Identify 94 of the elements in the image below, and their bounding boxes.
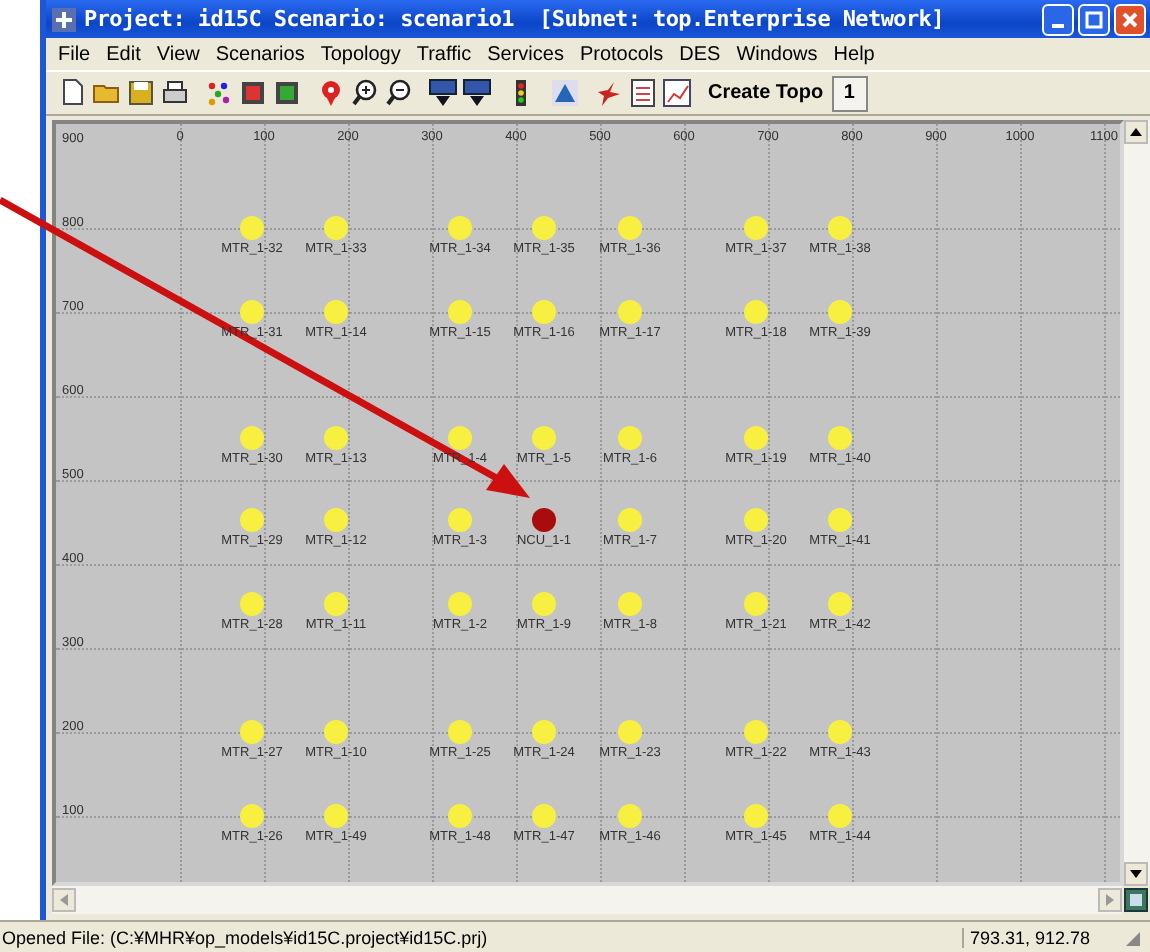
vertical-scrollbar[interactable] [1124,120,1150,886]
node[interactable] [828,426,852,450]
node[interactable] [532,426,556,450]
minimize-button[interactable] [1042,3,1074,35]
node[interactable] [240,426,264,450]
new-document-icon[interactable] [58,78,88,108]
node[interactable] [532,804,556,828]
scroll-left-icon[interactable] [52,888,76,912]
node[interactable] [240,508,264,532]
node[interactable] [324,216,348,240]
node[interactable] [448,804,472,828]
node[interactable] [744,592,768,616]
node[interactable] [448,426,472,450]
star-icon[interactable] [594,78,624,108]
pin-icon[interactable] [316,78,346,108]
monitor-icon[interactable] [428,78,458,108]
maximize-button[interactable] [1078,3,1110,35]
node[interactable] [448,720,472,744]
node[interactable] [618,592,642,616]
zoom-in-icon[interactable] [350,78,380,108]
menu-item[interactable]: File [50,43,99,65]
node[interactable] [744,216,768,240]
node[interactable] [828,720,852,744]
monitor-icon[interactable] [462,78,492,108]
node[interactable] [618,720,642,744]
node[interactable] [618,300,642,324]
node[interactable] [448,508,472,532]
triangle-icon[interactable] [550,78,580,108]
menu-item[interactable]: View [148,43,208,65]
node[interactable] [532,720,556,744]
close-button[interactable] [1114,3,1146,35]
node[interactable] [532,300,556,324]
menu-item[interactable]: DES [671,43,729,65]
node[interactable] [828,508,852,532]
node[interactable] [448,592,472,616]
node[interactable] [324,426,348,450]
menu-item[interactable]: Scenarios [207,43,313,65]
node[interactable] [618,508,642,532]
node[interactable] [744,300,768,324]
printer-icon[interactable] [160,78,190,108]
menu-item[interactable]: Edit [98,43,149,65]
node[interactable] [618,426,642,450]
grid-document-icon[interactable] [628,78,658,108]
close-icon [1120,9,1140,29]
grip-icon [1122,928,1142,948]
scroll-up-icon[interactable] [1124,120,1148,144]
node[interactable] [324,508,348,532]
node[interactable] [744,508,768,532]
node[interactable] [240,592,264,616]
save-icon[interactable] [126,78,156,108]
node[interactable] [240,804,264,828]
menu-item[interactable]: Protocols [571,43,672,65]
minimize-icon [1052,24,1064,28]
node[interactable] [744,426,768,450]
controller-node[interactable] [532,508,556,532]
chip-icon[interactable] [272,78,302,108]
node[interactable] [448,300,472,324]
node[interactable] [744,804,768,828]
menu-item[interactable]: Help [825,43,883,65]
node[interactable] [828,592,852,616]
cursor-coordinates: 793.31, 912.78 [962,928,1114,948]
create-topo-button[interactable]: Create Topo [704,80,828,106]
node[interactable] [828,216,852,240]
horizontal-scrollbar[interactable] [52,886,1122,914]
menu-item[interactable]: Windows [728,43,826,65]
node[interactable] [240,300,264,324]
toolbar-button[interactable]: 1 [831,75,868,111]
node[interactable] [324,804,348,828]
node[interactable] [240,720,264,744]
maximize-icon [1084,9,1104,29]
node[interactable] [324,720,348,744]
node[interactable] [324,592,348,616]
node[interactable] [532,216,556,240]
node[interactable] [744,720,768,744]
node[interactable] [240,216,264,240]
app-icon [52,7,76,31]
node[interactable] [448,216,472,240]
node[interactable] [324,300,348,324]
node[interactable] [828,804,852,828]
navigator-icon[interactable] [1124,888,1148,912]
node[interactable] [532,592,556,616]
chip-icon[interactable] [238,78,268,108]
menu-item[interactable]: Services [479,43,572,65]
dots-icon[interactable] [204,78,234,108]
scroll-down-icon[interactable] [1124,862,1148,886]
menu-item[interactable]: Topology [312,43,409,65]
menu-item[interactable]: Traffic [408,43,480,65]
chart-icon[interactable] [662,78,692,108]
window-title: Project: id15C Scenario: scenario1 [Subnet: top.Enterprise Network] [84,6,944,32]
status-message: Opened File: (C:¥MHR¥op_models¥id15C.project¥id15C.prj) [0,928,490,948]
node[interactable] [828,300,852,324]
node[interactable] [618,804,642,828]
node[interactable] [618,216,642,240]
zoom-out-icon[interactable] [384,78,414,108]
